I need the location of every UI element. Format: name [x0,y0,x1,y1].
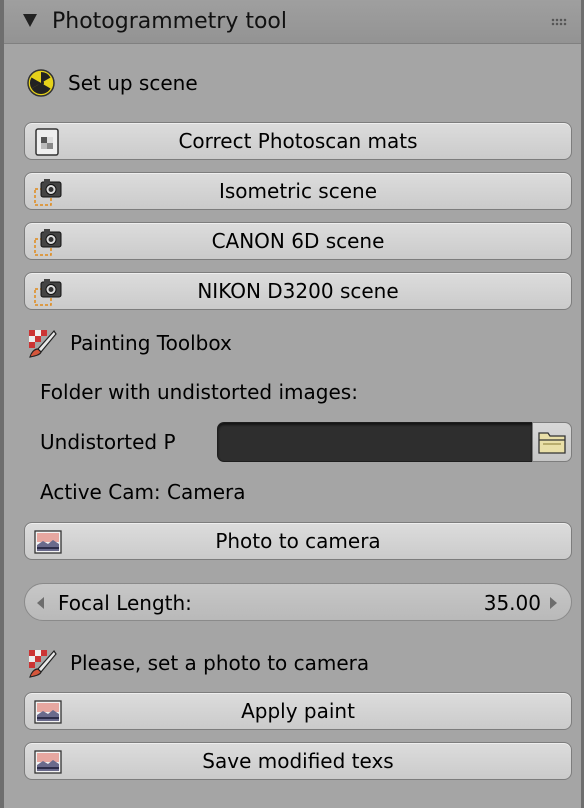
panel-title: Photogrammetry tool [52,9,287,34]
nikon-d3200-scene-button[interactable]: NIKON D3200 scene [24,272,572,310]
apply-paint-label: Apply paint [241,699,355,723]
brush-icon [29,650,57,678]
canon-6d-scene-button[interactable]: CANON 6D scene [24,222,572,260]
drag-grip-icon[interactable] [551,18,567,26]
save-modified-texs-button[interactable]: Save modified texs [24,742,572,780]
isometric-scene-button[interactable]: Isometric scene [24,172,572,210]
image-icon [34,750,62,774]
photo-message-label: Please, set a photo to camera [70,651,370,675]
camera-icon [34,179,62,206]
painting-toolbox-label: Painting Toolbox [70,331,232,355]
save-modified-texs-label: Save modified texs [202,749,394,773]
photo-to-camera-button[interactable]: Photo to camera [24,522,572,560]
message-row: Please, set a photo to camera [26,646,369,680]
folder-label: Folder with undistorted images: [40,380,358,404]
apply-paint-button[interactable]: Apply paint [24,692,572,730]
radiation-icon [27,69,55,97]
focal-length-slider[interactable]: Focal Length: 35.00 [24,583,572,621]
material-icon [35,128,59,156]
isometric-scene-label: Isometric scene [218,179,378,203]
photo-to-camera-label: Photo to camera [215,529,381,553]
painting-toolbox-row: Painting Toolbox [26,326,232,360]
image-icon [34,530,62,554]
camera-icon [34,229,62,256]
setup-scene-row: Set up scene [26,66,198,100]
photogrammetry-panel: Photogrammetry tool Set up scene Correct… [0,0,584,808]
decrease-arrow-icon[interactable] [37,597,44,609]
canon-6d-scene-label: CANON 6D scene [211,229,385,253]
increase-arrow-icon[interactable] [550,597,557,609]
undistorted-path-label: Undistorted P [40,430,176,454]
correct-photoscan-mats-button[interactable]: Correct Photoscan mats [24,122,572,160]
focal-length-label: Focal Length: [58,591,192,615]
active-cam-label: Active Cam: Camera [40,480,246,504]
collapse-arrow-icon[interactable] [23,14,37,27]
folder-browse-button[interactable] [532,422,572,462]
focal-length-value: 35.00 [483,591,541,615]
correct-photoscan-mats-label: Correct Photoscan mats [178,129,418,153]
image-icon [34,700,62,724]
panel-header[interactable]: Photogrammetry tool [4,0,581,44]
brush-icon [29,330,57,358]
setup-scene-label: Set up scene [68,71,198,95]
camera-icon [34,279,62,306]
nikon-d3200-scene-label: NIKON D3200 scene [197,279,399,303]
folder-icon [538,432,566,454]
undistorted-path-input[interactable] [217,422,533,462]
